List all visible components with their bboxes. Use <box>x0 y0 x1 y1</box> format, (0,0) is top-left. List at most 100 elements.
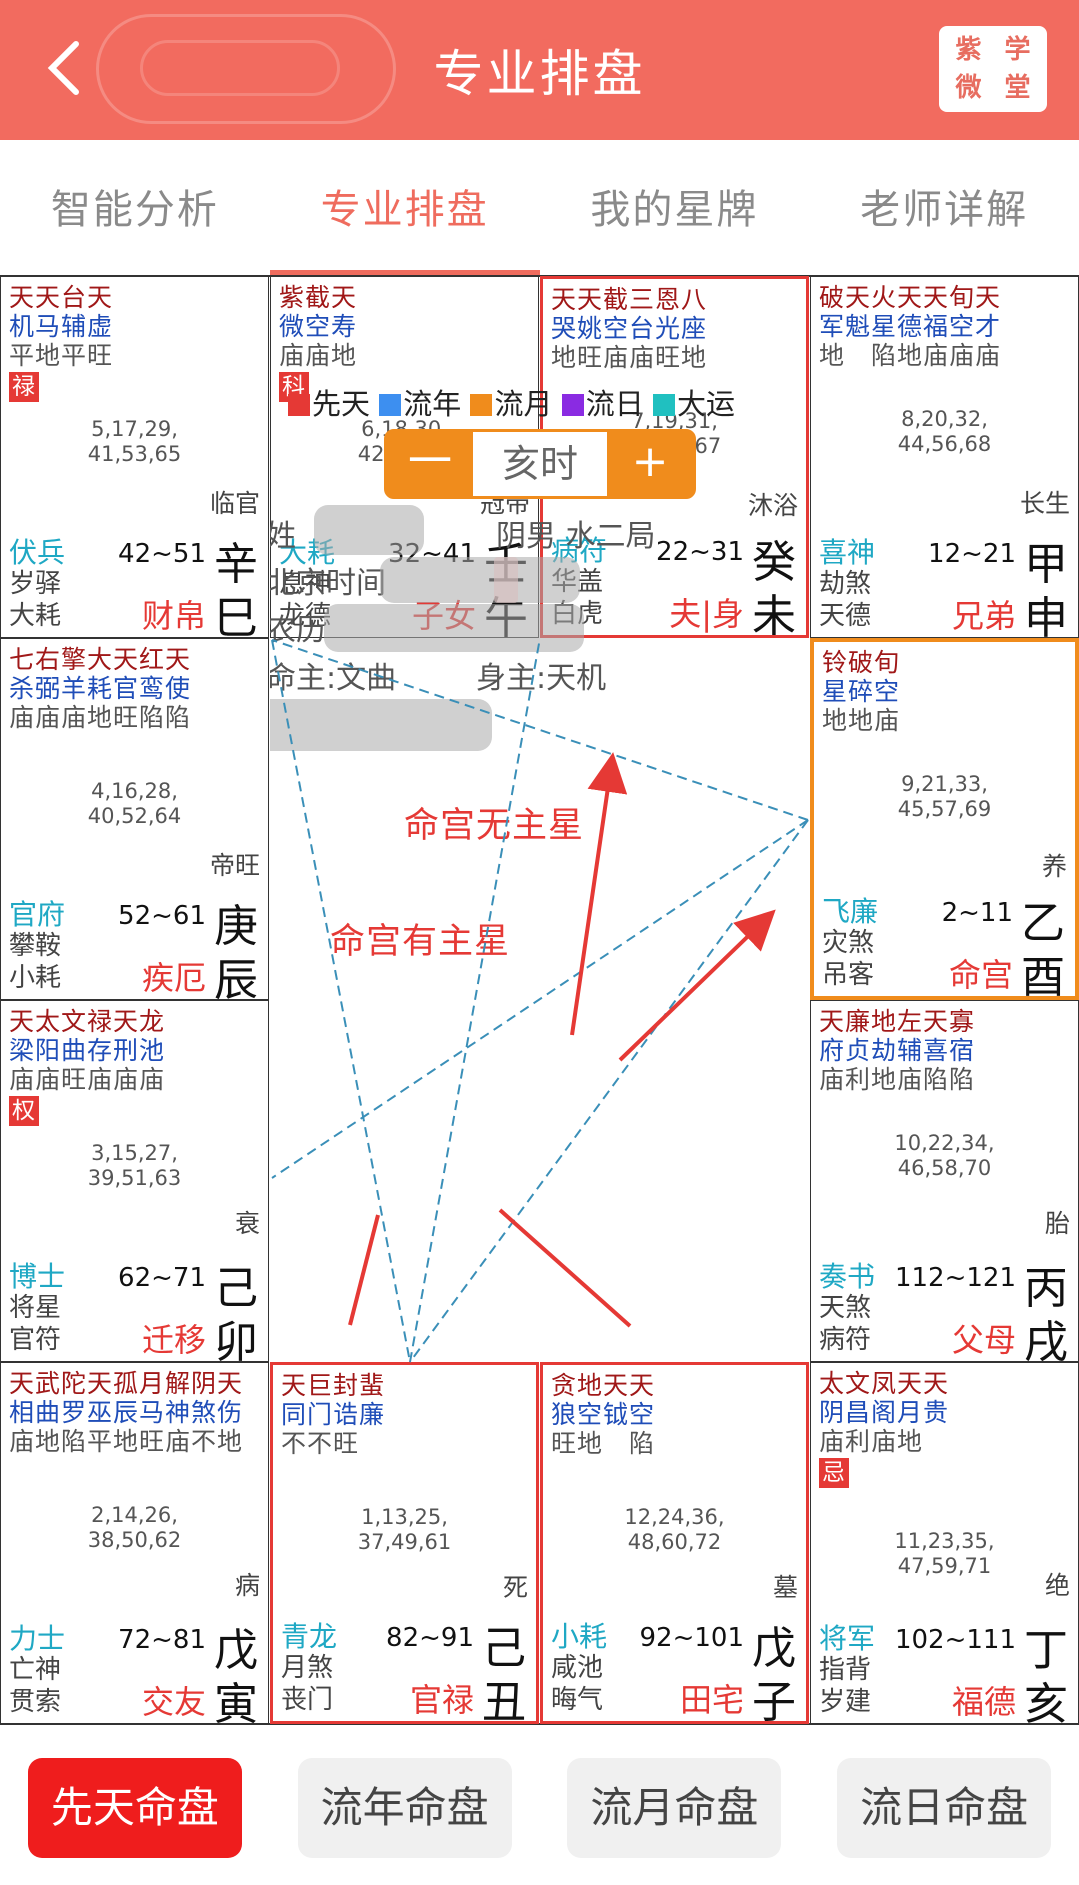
legend-item[interactable]: 流月 <box>470 387 552 421</box>
palace-name: 福德 <box>951 1683 1016 1721</box>
star-brightness: 平地平旺 <box>9 341 114 370</box>
hour-value: 亥时 <box>501 442 578 486</box>
heavenly-stem: 甲 <box>1024 539 1068 590</box>
earthly-branch: 申 <box>1024 593 1068 644</box>
palace-cell-hai[interactable]: 太文凤天天 阴昌阁月贵 庙利庙地忌 11,23,35, 47,59,71 绝将军 指背 岁建 1… <box>810 1362 1079 1727</box>
palace-cell-you[interactable]: 铃破旬 星碎空 地地庙 9,21,33, 45,57,69 养飞廉 灾煞 吊客 2~11 命宫乙酉 <box>810 638 1079 1000</box>
life-stage: 养 <box>1041 852 1067 881</box>
redacted-mark <box>494 557 518 603</box>
stars-row-1: 贪地天天 <box>551 1371 656 1400</box>
general-star: 贯索 <box>9 1687 62 1717</box>
tab-smart-analysis[interactable]: 智能分析 <box>0 140 270 275</box>
innate-chart-button[interactable]: 先天命盘 <box>27 1757 242 1858</box>
general-star: 大耗 <box>9 601 62 631</box>
monthly-chart-button[interactable]: 流月命盘 <box>567 1757 782 1858</box>
hour-plus-button[interactable]: + <box>607 432 693 496</box>
age-list: 5,17,29, 41,53,65 <box>87 417 182 466</box>
legend-item[interactable]: 流日 <box>561 387 644 421</box>
palace-name: 命宫 <box>948 956 1013 994</box>
heavenly-stem: 丁 <box>1024 1625 1068 1676</box>
star-brightness: 庙庙庙地旺陷陷 <box>9 703 192 732</box>
palace-name: 父母 <box>951 1321 1016 1359</box>
palace-cell-si[interactable]: 天天台天 机马辅虚 平地平旺禄 5,17,29, 41,53,65 临官 伏兵 岁驿 大耗 42~… <box>0 276 269 641</box>
si-hua-badge: 权 <box>9 1096 39 1126</box>
doctor-star: 青龙 <box>281 1620 338 1653</box>
daily-chart-button[interactable]: 流日命盘 <box>837 1757 1052 1858</box>
stars-row-1: 铃破旬 <box>822 648 901 677</box>
tab-my-star-cards[interactable]: 我的星牌 <box>540 140 810 275</box>
age-list: 3,15,27, 39,51,63 <box>87 1141 182 1190</box>
ming-zhu: 命主:文曲 <box>270 661 397 696</box>
star-list: 太文凤天天 阴昌阁月贵 庙利庙地忌 <box>819 1369 949 1488</box>
decade-range: 102~111 <box>894 1625 1016 1655</box>
stars-row-2: 同门诰廉 <box>281 1400 386 1429</box>
life-stage: 死 <box>502 1573 528 1602</box>
heavenly-stem: 戊 <box>214 1625 258 1676</box>
earthly-branch: 辰 <box>214 955 258 1006</box>
decade-range: 52~61 <box>118 901 206 931</box>
palace-cell-xu[interactable]: 天廉地左天寡 府贞劫辅喜宿 庙利地庙陷陷 10,22,34, 46,58,70 胎奏书 天煞… <box>810 1000 1079 1365</box>
life-stage: 墓 <box>772 1573 798 1602</box>
palace-cell-chen[interactable]: 七右擎大天红天 杀弼羊耗官鸾使 庙庙庙地旺陷陷 4,16,28, 40,52,64 帝旺官… <box>0 638 269 1006</box>
year-star: 月煞 <box>281 1653 334 1683</box>
doctor-star: 将军 <box>819 1622 876 1655</box>
year-star: 灾煞 <box>822 928 875 958</box>
general-star: 官符 <box>9 1325 62 1355</box>
redacted-time <box>380 557 580 603</box>
star-list: 天天截三恩八 哭姚空台光座 地旺庙庙旺地 <box>551 285 707 372</box>
decade-range: 42~51 <box>118 539 206 569</box>
stars-row-2: 杀弼羊耗官鸾使 <box>9 674 192 703</box>
legend-swatch-orange <box>470 394 493 416</box>
hour-minus-button[interactable]: 一 <box>387 432 473 496</box>
general-star: 天德 <box>819 601 872 631</box>
doctor-star: 力士 <box>9 1622 66 1655</box>
heavenly-stem: 辛 <box>214 539 258 590</box>
legend-item[interactable]: 流年 <box>379 387 461 421</box>
star-list: 铃破旬 星碎空 地地庙 <box>822 648 900 735</box>
year-star: 咸池 <box>551 1653 604 1683</box>
legend-swatch-teal <box>652 394 675 416</box>
stars-row-1: 天巨封蜚 <box>281 1371 386 1400</box>
palace-cell-shen[interactable]: 破天火天天旬天 军魁星德福空才地 陷地庙庙庙 8,20,32, 44,56,68 长生喜… <box>810 276 1079 644</box>
palace-name: 田宅 <box>679 1681 744 1719</box>
legend-item[interactable]: 先天 <box>288 387 370 421</box>
age-list: 8,20,32, 44,56,68 <box>897 407 992 456</box>
year-star: 亡神 <box>9 1655 62 1685</box>
annotation-has-main-star: 命宫有主星 <box>330 922 511 962</box>
star-list: 天太文禄天龙 梁阳曲存刑池 庙庙旺庙庙庙权 <box>9 1007 165 1126</box>
tab-teacher-explanation[interactable]: 老师详解 <box>809 140 1079 275</box>
tab-professional-chart[interactable]: 专业排盘 <box>270 140 540 275</box>
legend: 先天 流年 流月 流日 大运 <box>288 381 735 423</box>
chart-type-bar: 先天命盘 流年命盘 流月命盘 流日命盘 <box>0 1730 1079 1885</box>
year-star: 天煞 <box>819 1293 872 1323</box>
palace-cell-chou[interactable]: 天巨封蜚 同门诰廉 不不旺 1,13,25, 37,49,61 死青龙 月煞 丧门 82~91 官… <box>270 1362 539 1725</box>
age-list: 2,14,26, 38,50,62 <box>87 1503 182 1552</box>
star-list: 天天台天 机马辅虚 平地平旺禄 <box>9 283 113 402</box>
redacted-name <box>314 505 424 555</box>
star-list: 七右擎大天红天 杀弼羊耗官鸾使 庙庙庙地旺陷陷 <box>9 645 191 732</box>
stars-row-1: 天天台天 <box>9 283 114 312</box>
decade-range: 2~11 <box>941 898 1013 928</box>
doctor-star: 小耗 <box>551 1620 608 1653</box>
page-title: 专业排盘 <box>433 45 646 103</box>
chart-center-panel: 先天 流年 流月 流日 大运 一 亥时 + 姓 阴男 水二局 北京时间 农历 命… <box>270 363 810 1089</box>
star-list: 破天火天天旬天 军魁星德福空才地 陷地庙庙庙 <box>819 283 1001 370</box>
star-list: 贪地天天 狼空钺空 旺地 陷 <box>551 1371 655 1458</box>
life-stage: 长生 <box>1019 489 1070 518</box>
stars-row-1: 太文凤天天 <box>819 1369 950 1398</box>
star-brightness: 地 陷地庙庙庙 <box>819 341 1002 370</box>
annual-chart-button[interactable]: 流年命盘 <box>297 1757 512 1858</box>
star-list: 天巨封蜚 同门诰廉 不不旺 <box>281 1371 385 1458</box>
stars-row-1: 天廉地左天寡 <box>819 1007 976 1036</box>
palace-cell-yin[interactable]: 天武陀天孤月解阴天 相曲罗巫辰马神煞伤 庙地陷平地旺庙不地 2,14,26, 38,50… <box>0 1362 269 1730</box>
stars-row-2: 军魁星德福空才 <box>819 312 1002 341</box>
earthly-branch: 寅 <box>214 1679 258 1730</box>
stars-row-2: 哭姚空台光座 <box>551 314 708 343</box>
general-star: 病符 <box>819 1325 872 1355</box>
legend-item[interactable]: 大运 <box>652 387 735 421</box>
life-stage: 临官 <box>209 489 260 518</box>
stars-row-1: 天武陀天孤月解阴天 <box>9 1369 244 1398</box>
doctor-star: 伏兵 <box>9 536 66 569</box>
palace-cell-zi[interactable]: 贪地天天 狼空钺空 旺地 陷 12,24,36, 48,60,72 墓小耗 咸池 晦气 92~1… <box>540 1362 809 1725</box>
palace-cell-mao[interactable]: 天太文禄天龙 梁阳曲存刑池 庙庙旺庙庙庙权 3,15,27, 39,51,63 衰博士 将星… <box>0 1000 269 1365</box>
